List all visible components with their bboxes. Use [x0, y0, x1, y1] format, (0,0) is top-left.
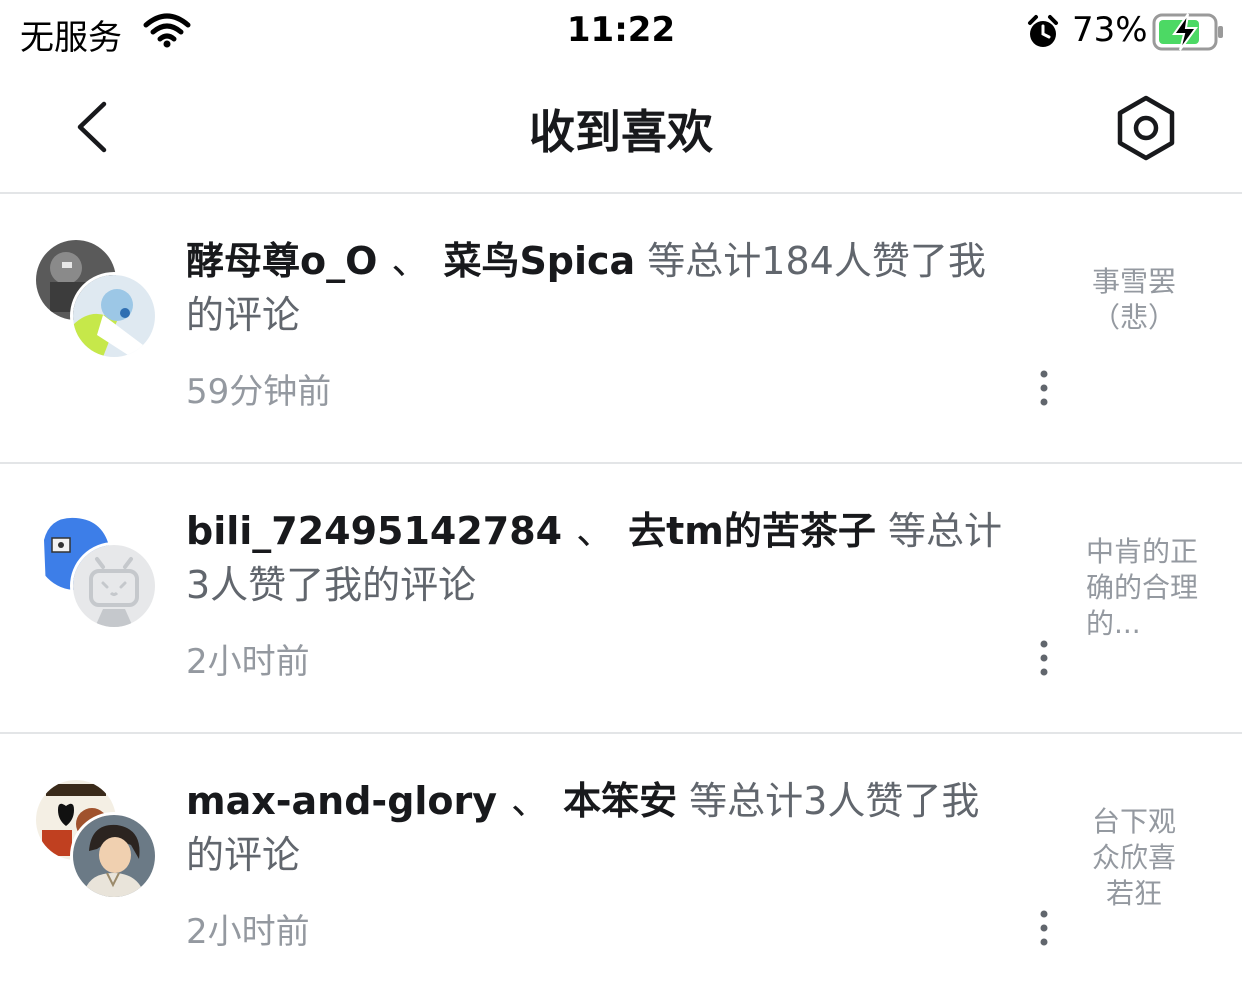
- battery-charging-icon: [1152, 13, 1223, 51]
- avatar-stack[interactable]: [36, 240, 158, 360]
- name-separator: 、: [576, 509, 615, 553]
- list-item[interactable]: 酵母尊o_O、菜鸟Spica 等总计184人赞了我的评论 59分钟前 事雪罢（悲…: [0, 194, 1242, 464]
- list-item[interactable]: bili_72495142784、去tm的苦茶子 等总计3人赞了我的评论 2小时…: [0, 464, 1242, 734]
- comment-preview[interactable]: 事雪罢（悲）: [1086, 264, 1182, 336]
- timestamp: 2小时前: [186, 912, 310, 952]
- alarm-icon: [1028, 15, 1058, 47]
- timestamp: 2小时前: [186, 642, 310, 682]
- avatar: [70, 272, 158, 360]
- user-name[interactable]: 本笨安: [563, 779, 677, 823]
- settings-hexagon-icon[interactable]: [1112, 94, 1180, 162]
- name-separator: 、: [391, 239, 430, 283]
- nav-bar: 收到喜欢: [0, 64, 1242, 194]
- more-options-icon[interactable]: [1026, 638, 1062, 678]
- avatar: [70, 812, 158, 900]
- avatar-stack[interactable]: [36, 510, 158, 630]
- user-name[interactable]: max-and-glory: [186, 779, 497, 823]
- avatar-stack[interactable]: [36, 780, 158, 900]
- timestamp: 59分钟前: [186, 372, 332, 412]
- notification-text: 酵母尊o_O、菜鸟Spica 等总计184人赞了我的评论: [186, 234, 1016, 342]
- battery-percent: 73%: [1072, 10, 1148, 50]
- user-name[interactable]: 酵母尊o_O: [186, 239, 377, 283]
- like-notification-list: 酵母尊o_O、菜鸟Spica 等总计184人赞了我的评论 59分钟前 事雪罢（悲…: [0, 194, 1242, 1002]
- notification-text: bili_72495142784、去tm的苦茶子 等总计3人赞了我的评论: [186, 504, 1016, 612]
- status-bar: 无服务 11:22 73%: [0, 0, 1242, 64]
- notification-text: max-and-glory、本笨安 等总计3人赞了我的评论: [186, 774, 1016, 882]
- user-name[interactable]: 菜鸟Spica: [443, 239, 635, 283]
- comment-preview[interactable]: 台下观众欣喜若狂: [1086, 804, 1182, 912]
- comment-preview[interactable]: 中肯的正确的合理的...: [1086, 534, 1210, 642]
- avatar: [70, 542, 158, 630]
- page-title: 收到喜欢: [529, 105, 713, 159]
- user-name[interactable]: 去tm的苦茶子: [628, 509, 876, 553]
- list-item[interactable]: max-and-glory、本笨安 等总计3人赞了我的评论 2小时前 台下观众欣…: [0, 734, 1242, 1002]
- name-separator: 、: [511, 779, 550, 823]
- more-options-icon[interactable]: [1026, 908, 1062, 948]
- more-options-icon[interactable]: [1026, 368, 1062, 408]
- user-name[interactable]: bili_72495142784: [186, 509, 562, 553]
